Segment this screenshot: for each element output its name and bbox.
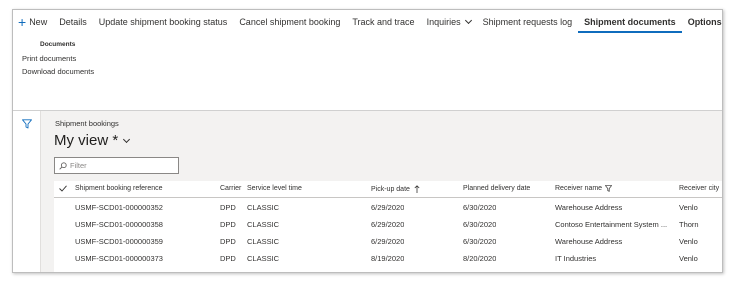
cell-receiver-name: Warehouse Address [555,237,623,246]
cell-planned-delivery-date: 6/30/2020 [463,203,497,212]
column-header-receiver-city[interactable]: Receiver city [679,185,719,192]
new-button-label: New [29,16,48,27]
cell-service-level: CLASSIC [247,254,280,263]
cell-service-level: CLASSIC [247,203,280,212]
cell-pick-up-date: 8/19/2020 [371,254,405,263]
inquiries-label: Inquiries [426,16,461,27]
column-header-pick-up-date[interactable]: Pick-up date [371,185,420,193]
tab-shipment-documents[interactable]: Shipment documents [578,10,682,33]
plus-icon: + [18,13,27,30]
chevron-down-icon [464,16,472,24]
action-pane: + New Details Update shipment booking st… [13,10,722,33]
table-row[interactable]: USMF-SCD01-000000352 DPD CLASSIC 6/29/20… [54,198,722,215]
search-icon [59,161,67,170]
column-header-planned-delivery-date[interactable]: Planned delivery date [463,185,530,192]
cell-carrier: DPD [220,254,236,263]
grid-header: Shipment booking reference Carrier Servi… [54,181,722,198]
cell-booking-reference[interactable]: USMF-SCD01-000000358 [75,220,163,229]
cell-planned-delivery-date: 6/30/2020 [463,237,497,246]
cell-receiver-city: Venlo [679,203,698,212]
inquiries-menu[interactable]: Inquiries [421,10,477,33]
filter-icon [605,185,613,192]
cell-carrier: DPD [220,237,236,246]
cell-carrier: DPD [220,203,236,212]
cell-pick-up-date: 6/29/2020 [371,203,405,212]
cell-booking-reference[interactable]: USMF-SCD01-000000359 [75,237,163,246]
column-header-carrier[interactable]: Carrier [220,185,241,192]
tab-details[interactable]: Details [53,10,93,33]
cell-booking-reference[interactable]: USMF-SCD01-000000373 [75,254,163,263]
cell-planned-delivery-date: 6/30/2020 [463,220,497,229]
cell-receiver-city: Thorn [679,220,699,229]
new-button[interactable]: + New [13,10,53,33]
table-row[interactable]: USMF-SCD01-000000373 DPD CLASSIC 8/19/20… [54,249,722,266]
filter-field[interactable] [54,157,179,174]
cell-planned-delivery-date: 8/20/2020 [463,254,497,263]
chevron-down-icon [123,135,131,144]
cell-receiver-city: Venlo [679,237,698,246]
tab-options[interactable]: Options [682,10,722,33]
filter-icon[interactable] [22,119,32,129]
cell-receiver-name: Contoso Entertainment System ... [555,220,668,229]
view-name: My view * [54,132,119,149]
view-selector[interactable]: My view * [54,132,131,149]
documents-group-title: Documents [40,41,76,48]
app-window: + New Details Update shipment booking st… [12,9,723,273]
table-row[interactable]: USMF-SCD01-000000359 DPD CLASSIC 6/29/20… [54,232,722,249]
cell-carrier: DPD [220,220,236,229]
cell-receiver-city: Venlo [679,254,698,263]
filter-input[interactable] [70,161,175,170]
cancel-shipment-booking-button[interactable]: Cancel shipment booking [233,10,346,33]
column-header-service-level-time[interactable]: Service level time [247,185,302,192]
cell-pick-up-date: 6/29/2020 [371,220,405,229]
track-and-trace-button[interactable]: Track and trace [346,10,420,33]
checkmark-icon [59,185,67,192]
column-header-shipment-booking-reference[interactable]: Shipment booking reference [75,185,163,192]
page-caption: Shipment bookings [55,119,119,128]
list-page: Shipment bookings My view * Shipment boo… [13,110,722,272]
filter-pane-strip [13,111,41,272]
download-documents-link[interactable]: Download documents [22,67,94,76]
column-header-receiver-name[interactable]: Receiver name [555,185,672,192]
table-row[interactable]: USMF-SCD01-000000358 DPD CLASSIC 6/29/20… [54,215,722,232]
cell-pick-up-date: 6/29/2020 [371,237,405,246]
cell-receiver-name: IT Industries [555,254,597,263]
cell-receiver-name: Warehouse Address [555,203,623,212]
column-header-label: Receiver name [555,185,603,192]
shipment-bookings-grid: Shipment booking reference Carrier Servi… [54,181,722,272]
cell-service-level: CLASSIC [247,220,280,229]
update-shipment-booking-status-button[interactable]: Update shipment booking status [93,10,234,33]
print-documents-link[interactable]: Print documents [22,54,76,63]
select-all-checkbox[interactable] [59,185,67,192]
cell-booking-reference[interactable]: USMF-SCD01-000000352 [75,203,163,212]
cell-service-level: CLASSIC [247,237,280,246]
column-header-label: Pick-up date [371,185,410,193]
sort-ascending-icon [414,185,420,193]
shipment-requests-log-button[interactable]: Shipment requests log [477,10,579,33]
